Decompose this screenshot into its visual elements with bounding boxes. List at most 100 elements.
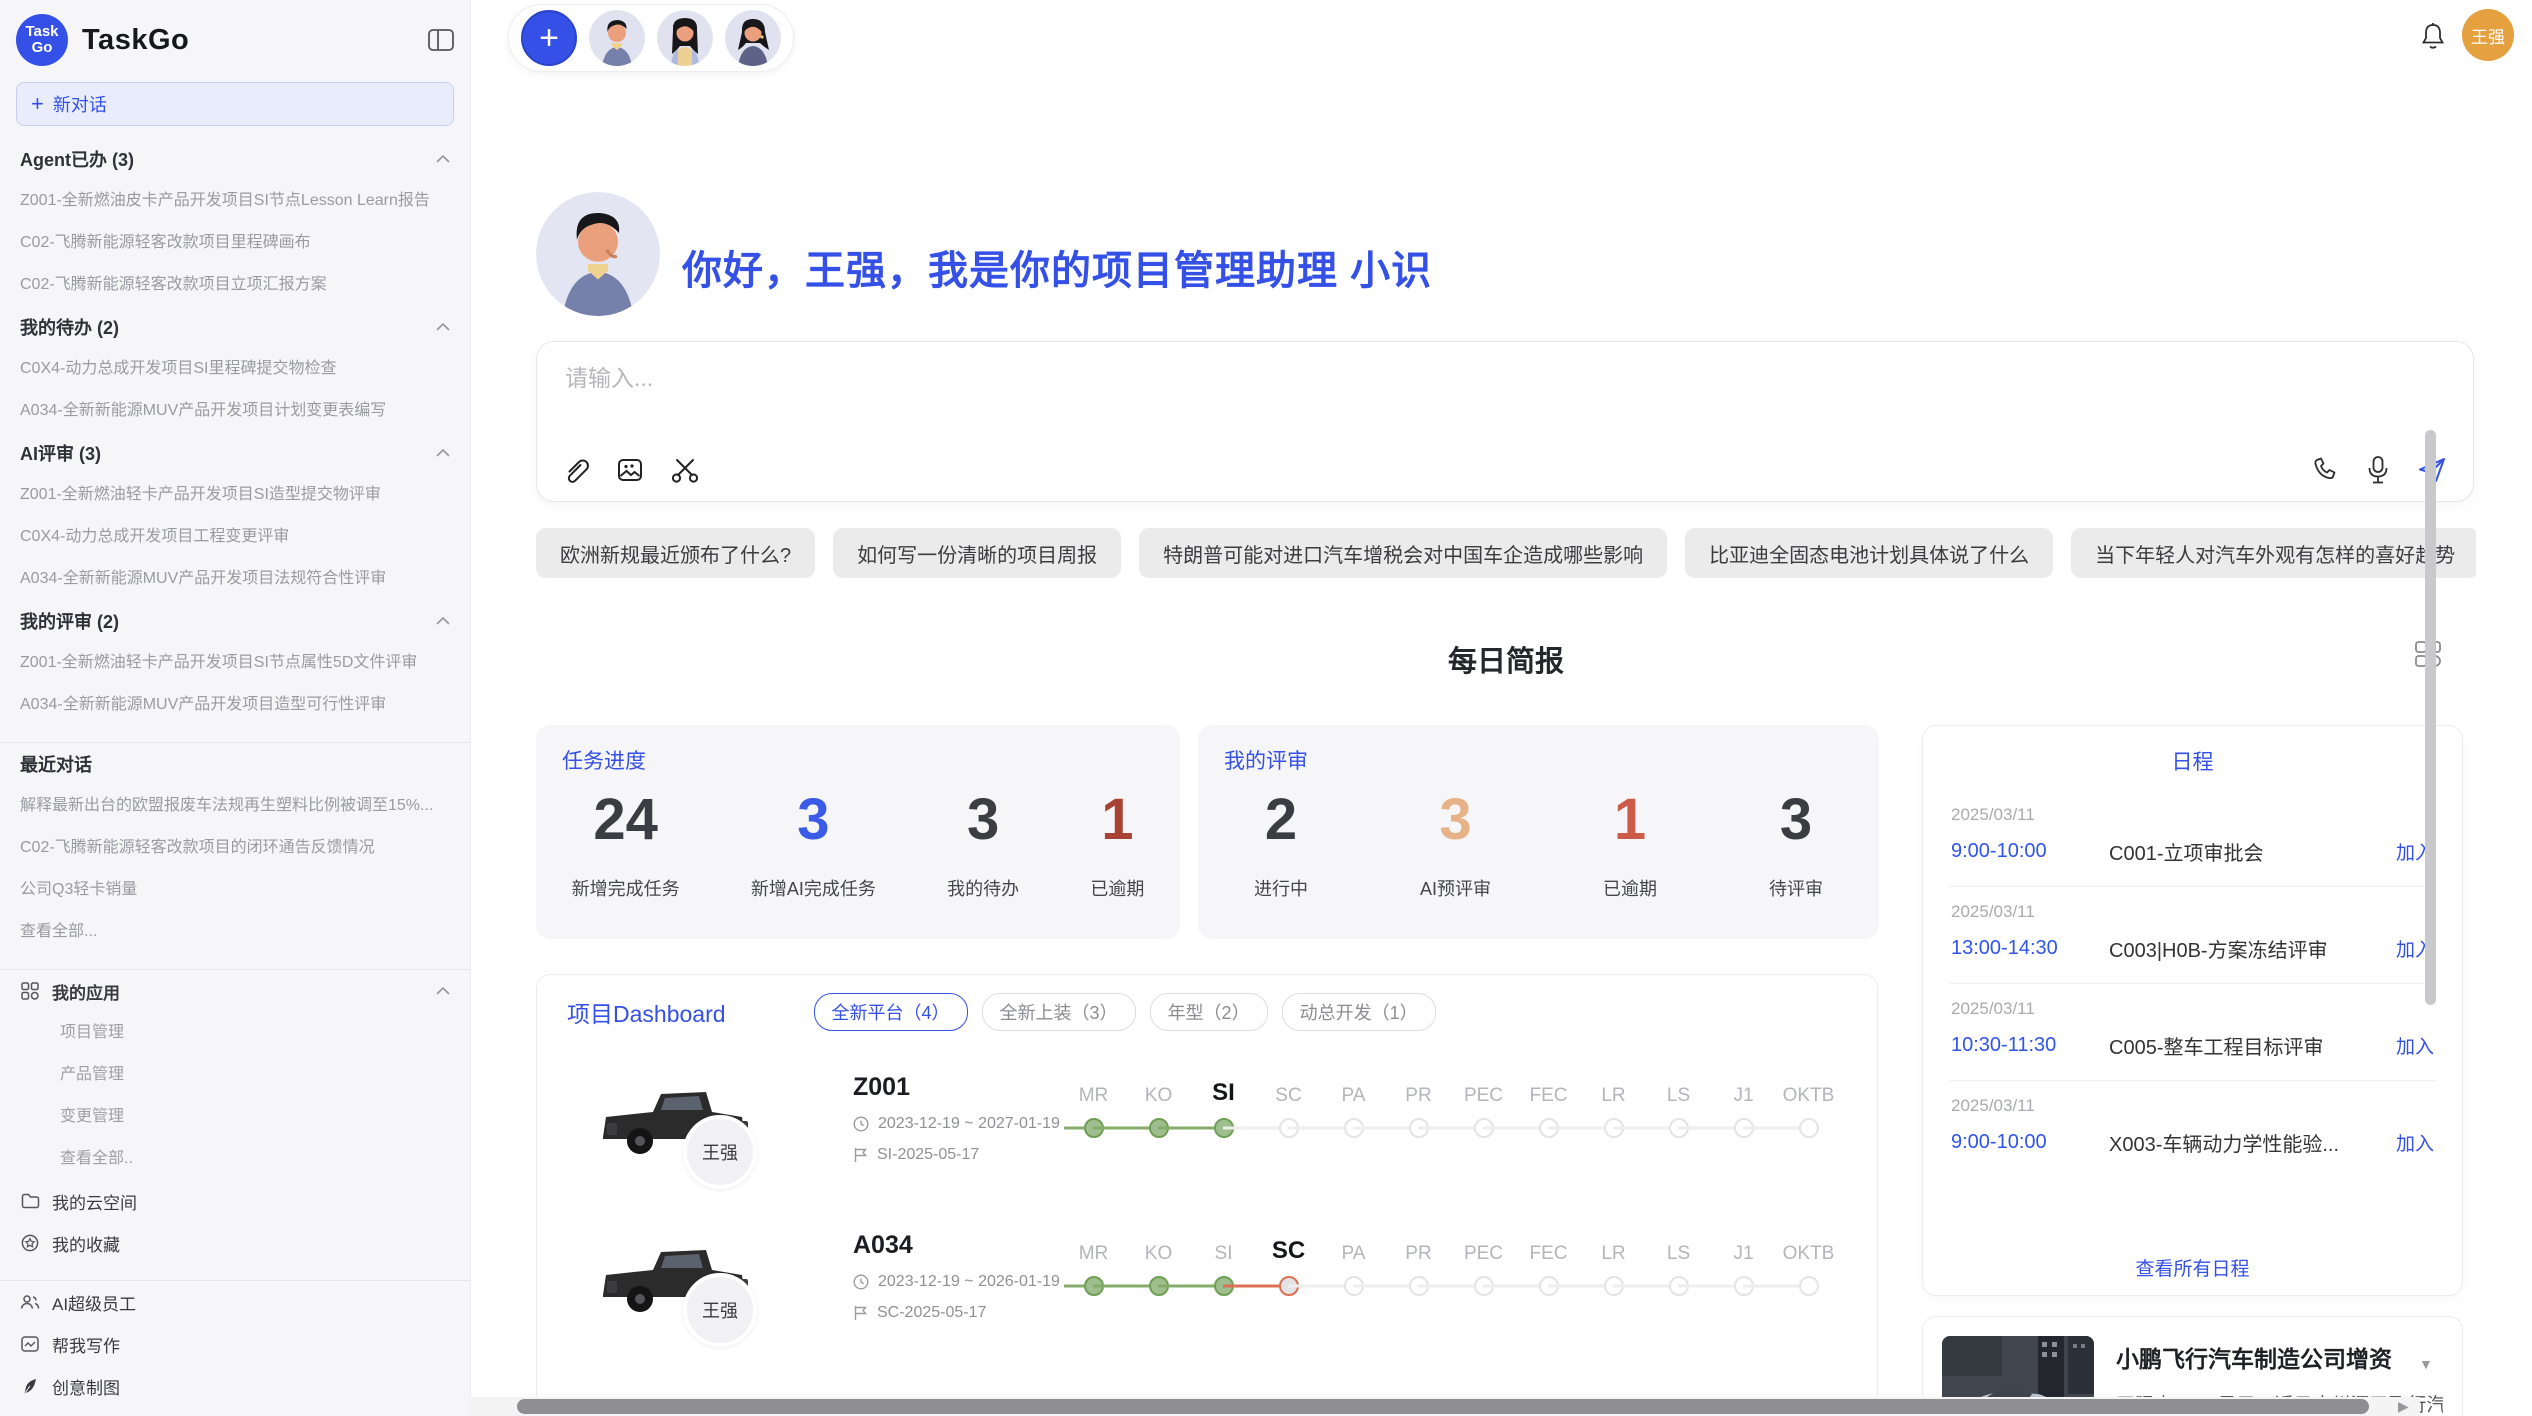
creative-draw-label: 创意制图	[52, 1374, 120, 1399]
sidebar-item-cloud-space[interactable]: 我的云空间	[0, 1180, 470, 1222]
vertical-scrollbar-thumb[interactable]	[2425, 430, 2436, 1005]
sidebar-item[interactable]: Z001-全新燃油轻卡产品开发项目SI节点属性5D文件评审	[0, 642, 470, 684]
new-chat-button[interactable]: + 新对话	[16, 82, 454, 126]
sidebar-item[interactable]: C0X4-动力总成开发项目工程变更评审	[0, 516, 470, 558]
sidebar-item[interactable]: C02-飞腾新能源轻客改款项目里程碑画布	[0, 222, 470, 264]
suggestion-chip[interactable]: 如何写一份清晰的项目周报	[833, 528, 1121, 578]
sidebar-item-favorites[interactable]: 我的收藏	[0, 1222, 470, 1264]
filter-chip[interactable]: 全新平台（4）	[814, 993, 968, 1031]
quill-icon	[20, 1378, 40, 1395]
event-date: 2025/03/11	[1951, 1096, 2434, 1116]
recent-chat-item[interactable]: 公司Q3轻卡销量	[0, 869, 470, 911]
suggestion-chip[interactable]: 当下年轻人对汽车外观有怎样的喜好趋势	[2071, 528, 2476, 578]
sidebar-item-ai-employee[interactable]: AI超级员工	[0, 1281, 470, 1323]
recent-chat-item[interactable]: 查看全部...	[0, 911, 470, 953]
milestone-label: FEC	[1516, 1086, 1581, 1105]
sidebar-item[interactable]: C02-飞腾新能源轻客改款项目立项汇报方案	[0, 264, 470, 306]
stat-value: 3	[751, 789, 876, 851]
view-all-schedule-link[interactable]: 查看所有日程	[1923, 1254, 2462, 1281]
sidebar-item[interactable]: Z001-全新燃油皮卡产品开发项目SI节点Lesson Learn报告	[0, 180, 470, 222]
stat-column: 24新增完成任务	[572, 789, 680, 901]
add-conversation-button[interactable]: +	[521, 10, 577, 66]
stat-label: 已逾期	[1603, 875, 1657, 901]
sidebar-item-help-write[interactable]: 帮我写作	[0, 1323, 470, 1365]
milestone-label: PA	[1321, 1244, 1386, 1263]
help-write-label: 帮我写作	[52, 1332, 120, 1357]
sidebar-item-creative-draw[interactable]: 创意制图	[0, 1365, 470, 1407]
clock-icon	[853, 1116, 869, 1132]
section-title: 最近对话	[20, 751, 92, 777]
join-button[interactable]: 加入	[2396, 1129, 2434, 1156]
event-date: 2025/03/11	[1951, 805, 2434, 825]
logo-text-top: Task	[25, 24, 58, 40]
app-link-product-mgmt[interactable]: 产品管理	[0, 1054, 470, 1096]
stat-value: 3	[947, 789, 1019, 851]
sidebar-item[interactable]: A034-全新新能源MUV产品开发项目法规符合性评审	[0, 558, 470, 600]
join-button[interactable]: 加入	[2396, 1032, 2434, 1059]
collapse-sidebar-button[interactable]	[428, 29, 454, 51]
filter-chip[interactable]: 全新上装（3）	[982, 993, 1136, 1031]
sidebar-item[interactable]: A034-全新新能源MUV产品开发项目造型可行性评审	[0, 684, 470, 726]
stat-value: 1	[1090, 789, 1144, 851]
scroll-down-arrow[interactable]: ▼	[2419, 1356, 2433, 1372]
chevron-up-icon[interactable]	[436, 987, 450, 995]
writing-icon	[20, 1336, 40, 1352]
suggestion-chip[interactable]: 特朗普可能对进口汽车增税会对中国车企造成哪些影响	[1139, 528, 1667, 578]
scroll-right-arrow[interactable]: ▶	[2398, 1398, 2409, 1415]
sidebar-item-my-apps[interactable]: 我的应用	[0, 970, 470, 1012]
sidebar-item[interactable]: C0X4-动力总成开发项目SI里程碑提交物检查	[0, 348, 470, 390]
project-row[interactable]: 王强 Z001 2023-12-19 ~ 2027-01-19 SI-2025-…	[565, 1055, 1855, 1205]
avatar[interactable]	[725, 10, 781, 66]
suggestion-chip[interactable]: 比亚迪全固态电池计划具体说了什么	[1685, 528, 2053, 578]
favorites-label: 我的收藏	[52, 1231, 120, 1256]
avatar[interactable]	[657, 10, 713, 66]
microphone-icon[interactable]	[2365, 455, 2391, 485]
section-header-agent-done: Agent已办 (3)	[0, 138, 470, 180]
project-dashboard-card: 项目Dashboard 全新平台（4） 全新上装（3） 年型（2） 动总开发（1…	[536, 974, 1878, 1416]
ai-employee-label: AI超级员工	[52, 1290, 136, 1315]
section-header-ai-review: AI评审 (3)	[0, 432, 470, 474]
app-title: TaskGo	[82, 24, 189, 57]
milestone-label: SC	[1256, 1086, 1321, 1105]
stat-label: 我的待办	[947, 875, 1019, 901]
chevron-up-icon[interactable]	[436, 449, 450, 457]
sidebar-item[interactable]: Z001-全新燃油轻卡产品开发项目SI造型提交物评审	[0, 474, 470, 516]
recent-chat-item[interactable]: C02-飞腾新能源轻客改款项目的闭环通告反馈情况	[0, 827, 470, 869]
schedule-title: 日程	[1923, 746, 2462, 776]
app-link-project-mgmt[interactable]: 项目管理	[0, 1012, 470, 1054]
attachment-icon[interactable]	[561, 455, 591, 485]
avatar[interactable]	[589, 10, 645, 66]
app-link-view-all[interactable]: 查看全部..	[0, 1138, 470, 1180]
filter-chip[interactable]: 年型（2）	[1150, 993, 1268, 1031]
chevron-up-icon[interactable]	[436, 617, 450, 625]
panel-icon	[428, 29, 454, 51]
clock-icon	[853, 1274, 869, 1290]
project-row[interactable]: 王强 A034 2023-12-19 ~ 2026-01-19 SC-2025-…	[565, 1213, 1855, 1363]
section-title: AI评审 (3)	[20, 440, 101, 466]
chevron-up-icon[interactable]	[436, 323, 450, 331]
milestone-node	[1776, 1115, 1841, 1141]
filter-chip[interactable]: 动总开发（1）	[1282, 993, 1436, 1031]
stat-column: 3AI预评审	[1420, 789, 1491, 901]
milestone-label: MR	[1061, 1086, 1126, 1105]
user-avatar[interactable]: 王强	[2462, 9, 2514, 61]
greeting-text: 你好，王强，我是你的项目管理助理 小识	[682, 238, 1432, 296]
app-link-change-mgmt[interactable]: 变更管理	[0, 1096, 470, 1138]
chevron-up-icon[interactable]	[436, 155, 450, 163]
logo-text-bottom: Go	[32, 40, 53, 56]
plus-icon: +	[31, 94, 44, 114]
sidebar-item[interactable]: A034-全新新能源MUV产品开发项目计划变更表编写	[0, 390, 470, 432]
suggestion-chip[interactable]: 欧洲新规最近颁布了什么?	[536, 528, 815, 578]
recent-chat-item[interactable]: 解释最新出台的欧盟报废车法规再生塑料比例被调至15%...	[0, 785, 470, 827]
notifications-button[interactable]	[2419, 22, 2447, 52]
horizontal-scrollbar-thumb[interactable]	[517, 1399, 2369, 1414]
flag-icon	[853, 1147, 868, 1163]
flag-icon	[853, 1305, 868, 1321]
phone-icon[interactable]	[2311, 456, 2339, 484]
image-upload-icon[interactable]	[615, 455, 645, 485]
stat-value: 2	[1254, 789, 1308, 851]
chat-input[interactable]	[563, 364, 1967, 393]
scissors-icon[interactable]	[669, 455, 701, 485]
stat-value: 1	[1603, 789, 1657, 851]
project-next-milestone: SI-2025-05-17	[877, 1146, 979, 1164]
